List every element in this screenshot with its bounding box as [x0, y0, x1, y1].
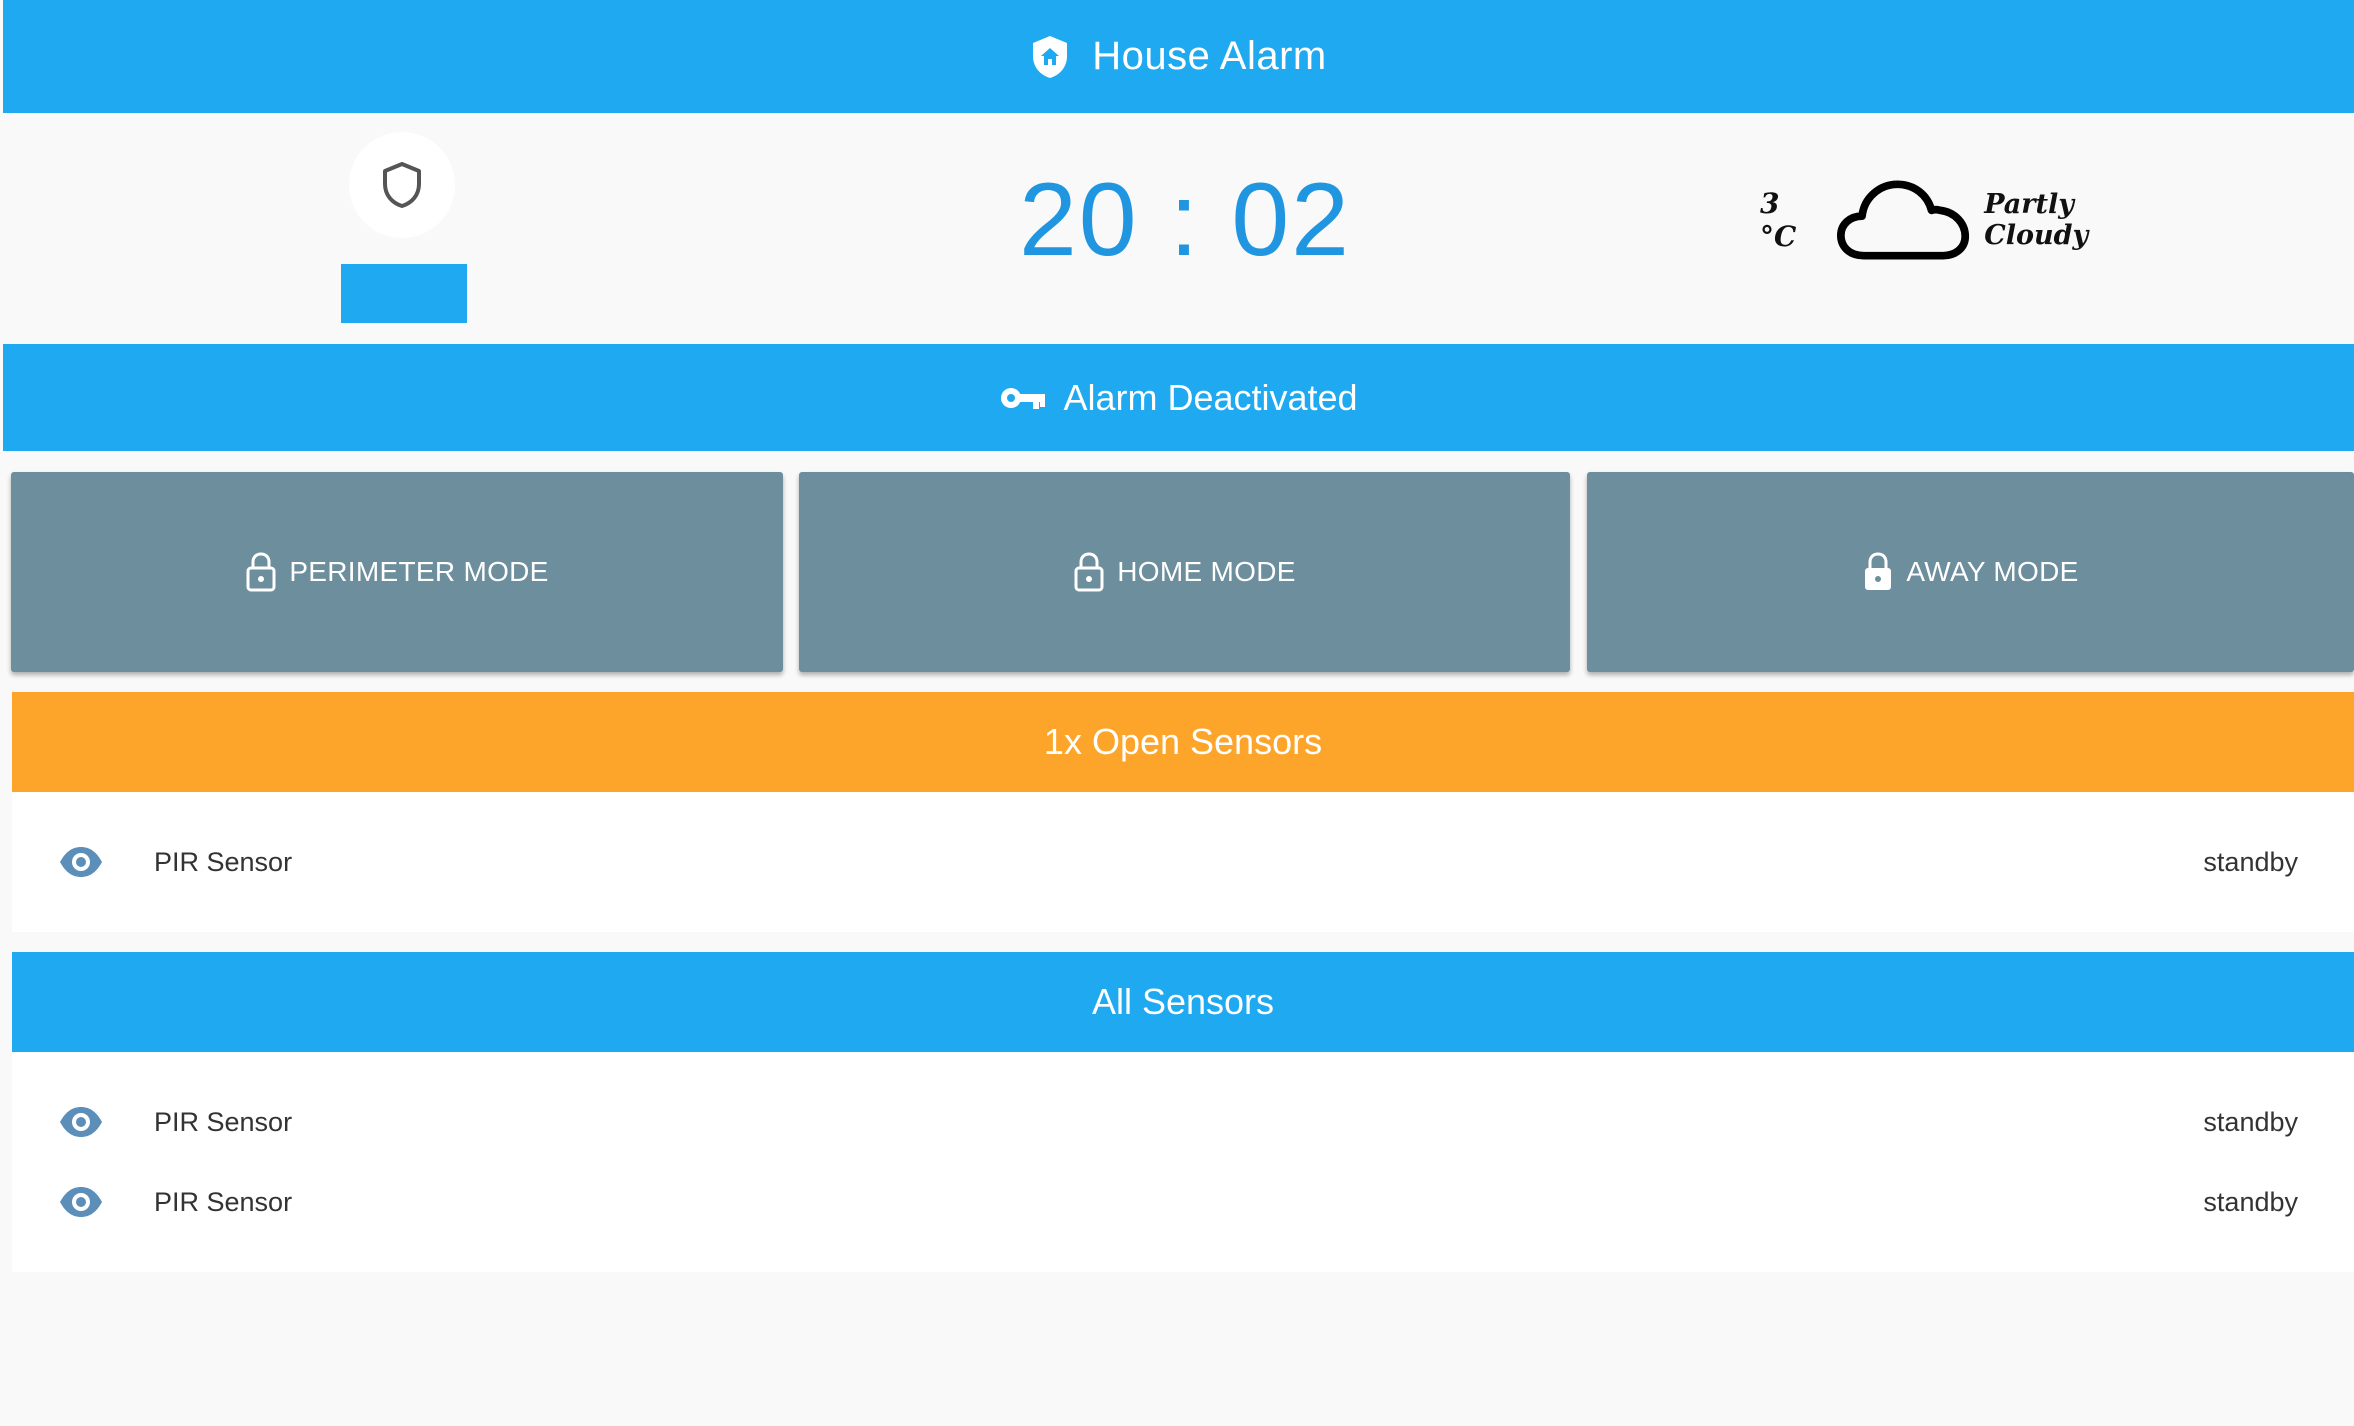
- alarm-status-label: Alarm Deactivated: [1063, 376, 1358, 418]
- weather-widget: 3 °C Partly Cloudy: [1760, 175, 2180, 265]
- home-shield-icon: [1033, 35, 1068, 78]
- key-icon: [1001, 387, 1046, 409]
- all-sensors-title: All Sensors: [1091, 981, 1275, 1022]
- mode-label: AWAY MODE: [1906, 556, 2079, 587]
- security-status-button[interactable]: [349, 132, 455, 238]
- mode-label: HOME MODE: [1117, 556, 1296, 587]
- eye-icon: [60, 847, 102, 877]
- cloud-icon: [1837, 180, 1970, 260]
- app-header: House Alarm: [3, 0, 2354, 113]
- weather-temperature: 3 °C: [1760, 187, 1797, 253]
- all-sensors-header: All Sensors: [12, 952, 2354, 1052]
- clock: 20 : 02: [1018, 162, 1352, 278]
- sensor-row[interactable]: PIR Sensor standby: [12, 832, 2354, 892]
- sensor-state: standby: [2203, 1186, 2298, 1217]
- sensor-state: standby: [2203, 846, 2298, 877]
- shield-icon: [383, 162, 421, 208]
- open-sensors-title: 1x Open Sensors: [1043, 721, 1323, 762]
- lock-open-icon: [1074, 552, 1104, 592]
- eye-icon: [60, 1187, 102, 1217]
- weather-condition: Partly Cloudy: [1984, 189, 2089, 251]
- sensor-state: standby: [2203, 1106, 2298, 1137]
- perimeter-mode-button[interactable]: PERIMETER MODE: [11, 472, 783, 672]
- mode-label: PERIMETER MODE: [289, 556, 549, 587]
- lock-open-icon: [246, 552, 276, 592]
- sensor-name: PIR Sensor: [154, 846, 293, 877]
- alarm-status-bar: Alarm Deactivated: [3, 344, 2354, 451]
- sensor-name: PIR Sensor: [154, 1106, 293, 1137]
- eye-icon: [60, 1107, 102, 1137]
- all-sensors-list: [12, 1052, 2354, 1272]
- open-sensors-header: 1x Open Sensors: [12, 692, 2354, 792]
- sensor-name: PIR Sensor: [154, 1186, 293, 1217]
- away-mode-button[interactable]: AWAY MODE: [1587, 472, 2354, 672]
- sensor-row[interactable]: PIR Sensor standby: [12, 1172, 2354, 1232]
- lock-icon: [1865, 552, 1892, 590]
- status-indicator-block: [341, 264, 467, 323]
- app-title: House Alarm: [1092, 34, 1327, 78]
- home-mode-button[interactable]: HOME MODE: [799, 472, 1570, 672]
- sensor-row[interactable]: PIR Sensor standby: [12, 1092, 2354, 1152]
